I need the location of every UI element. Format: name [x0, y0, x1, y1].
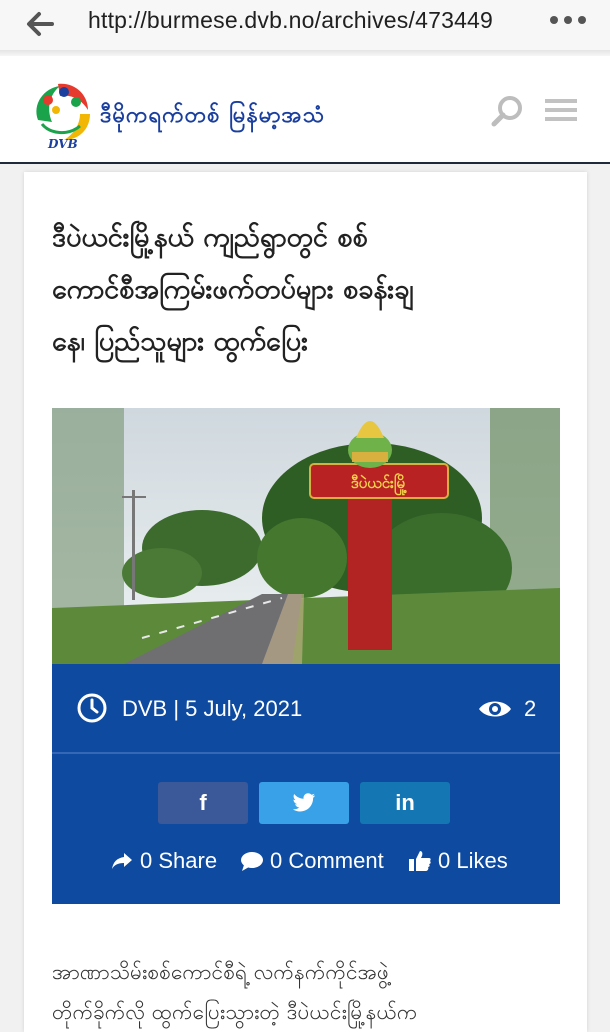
- back-arrow-icon[interactable]: [22, 6, 58, 42]
- comment-count-label: 0 Comment: [270, 848, 384, 873]
- views-eye-icon: [479, 701, 511, 717]
- share-count-label: 0 Share: [140, 848, 218, 873]
- browser-url-bar: http://burmese.dvb.no/archives/473449: [0, 0, 610, 50]
- comment-count[interactable]: 0 Comment: [240, 848, 384, 874]
- article-body: အာဏာသိမ်းစစ်ကောင်စီရဲ့ လက်နက်ကိုင်အဖွဲ့ …: [52, 952, 572, 1032]
- url-text[interactable]: http://burmese.dvb.no/archives/473449: [88, 6, 493, 34]
- title-line: ကောင်စီအကြမ်းဖက်တပ်များ စခန်းချ: [52, 274, 414, 305]
- article-title: ဒီပဲယင်းမြို့နယ် ကျည်ရွာတွင် စစ် ကောင်စီ…: [52, 212, 532, 368]
- share-count[interactable]: 0 Share: [110, 848, 217, 874]
- facebook-icon: f: [199, 790, 207, 815]
- twitter-icon: [292, 793, 316, 812]
- twitter-share-button[interactable]: t: [259, 782, 349, 824]
- site-brand-name[interactable]: ဒီမိုကရက်တစ် မြန်မာ့အသံ: [100, 100, 325, 133]
- body-line: တိုက်ခိုက်လို ထွက်ပြေးသွားတဲ့ ဒီပဲယင်းမြ…: [52, 1000, 418, 1024]
- article-meta-panel: DVB | 5 July, 2021 2 f t in 0 Share: [52, 664, 560, 904]
- title-line: နေ၊ ပြည်သူများ ထွက်ပြေး: [52, 326, 308, 357]
- likes-count[interactable]: 0 Likes: [408, 848, 508, 874]
- logo-text: DVB: [47, 137, 78, 151]
- linkedin-icon: in: [395, 790, 415, 815]
- comment-bubble-icon: [241, 852, 263, 871]
- body-line: အာဏာသိမ်းစစ်ကောင်စီရဲ့ လက်နက်ကိုင်အဖွဲ့: [52, 960, 389, 984]
- likes-count-label: 0 Likes: [438, 848, 508, 873]
- meta-divider: [52, 752, 560, 754]
- linkedin-share-button[interactable]: in: [360, 782, 450, 824]
- search-icon[interactable]: [490, 94, 526, 130]
- share-arrow-icon: [112, 853, 132, 869]
- article-photo[interactable]: ဒီပဲယင်းမြို့: [52, 408, 560, 664]
- more-options-icon[interactable]: [548, 14, 588, 26]
- view-count: 2: [524, 696, 537, 721]
- thumbs-up-icon: [409, 851, 431, 871]
- hamburger-menu-icon[interactable]: [545, 98, 577, 122]
- clock-icon: [77, 693, 107, 723]
- title-line: ဒီပဲယင်းမြို့နယ် ကျည်ရွာတွင် စစ်: [52, 222, 368, 253]
- facebook-share-button[interactable]: f: [158, 782, 248, 824]
- site-header: DVB ဒီမိုကရက်တစ် မြန်မာ့အသံ: [0, 56, 610, 164]
- dvb-logo[interactable]: DVB: [28, 80, 98, 152]
- article-card: ဒီပဲယင်းမြို့နယ် ကျည်ရွာတွင် စစ် ကောင်စီ…: [24, 172, 587, 1032]
- author-date: DVB | 5 July, 2021: [122, 696, 303, 721]
